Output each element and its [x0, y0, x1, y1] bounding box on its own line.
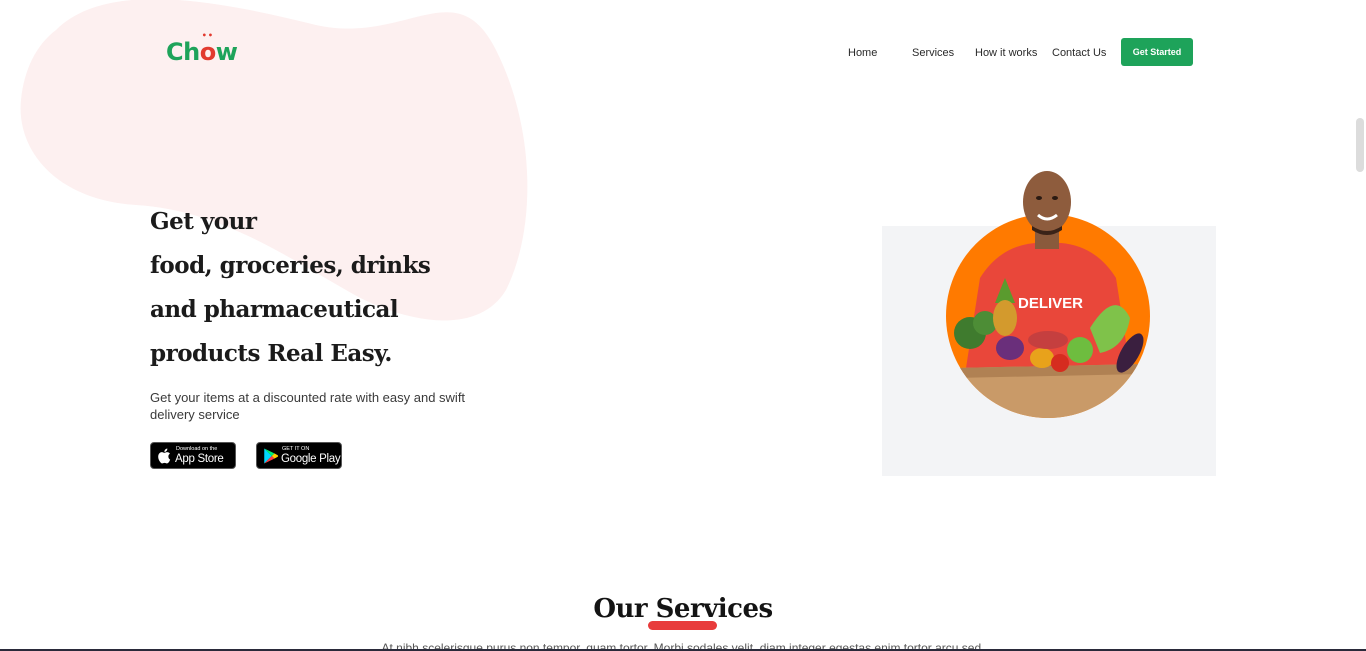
hero-title-line: products Real Easy. — [150, 340, 392, 367]
app-store-label: App Store — [175, 453, 224, 465]
google-play-icon — [264, 448, 279, 464]
nav-how-it-works[interactable]: How it works — [975, 47, 1037, 61]
services-title-underline — [648, 621, 717, 630]
app-store-button[interactable]: Download on the App Store — [150, 442, 236, 469]
page-scrollbar[interactable] — [1356, 118, 1364, 172]
chow-logo[interactable]: Ch •• ow — [166, 31, 238, 66]
nav-services[interactable]: Services — [912, 47, 954, 61]
services-title: Our Services — [593, 594, 773, 624]
app-store-small-text: Download on the — [176, 446, 218, 452]
hero-title: Get your food, groceries, drinks and pha… — [150, 200, 470, 376]
hero-title-line: food, groceries, drinks — [150, 252, 431, 279]
google-play-small-text: GET IT ON — [282, 446, 310, 452]
nav-contact-us[interactable]: Contact Us — [1052, 47, 1106, 61]
google-play-label: Google Play — [281, 453, 341, 465]
get-started-button[interactable]: Get Started — [1121, 38, 1193, 66]
apple-icon — [158, 448, 171, 464]
logo-dots: •• — [201, 31, 214, 40]
hero-title-line: and pharmaceutical — [150, 296, 399, 323]
hero-subtitle: Get your items at a discounted rate with… — [150, 390, 466, 422]
delivery-man-illustration: DELIVER — [946, 171, 1150, 418]
site-header: Ch •• ow Home Services How it works Contac… — [0, 0, 1366, 100]
nav-home[interactable]: Home — [848, 47, 877, 61]
hero-title-line: Get your — [150, 208, 257, 235]
shirt-text: DELIVER — [1018, 295, 1083, 312]
google-play-button[interactable]: GET IT ON Google Play — [256, 442, 342, 469]
